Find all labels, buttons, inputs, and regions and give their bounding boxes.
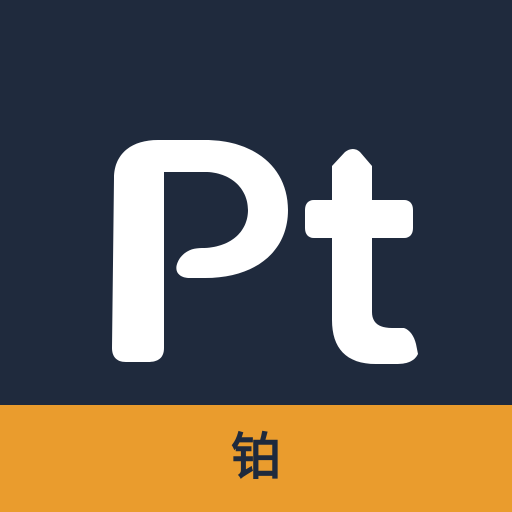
element-symbol-logo: Pt [112,140,418,364]
symbol-panel: Pt [0,0,512,405]
app-icon: Pt 铂 [0,0,512,512]
chinese-element-name: 铂 [231,427,281,486]
letter-t-glyph [305,149,418,364]
character-band: 铂 [0,405,512,512]
letter-p-glyph [112,140,288,362]
